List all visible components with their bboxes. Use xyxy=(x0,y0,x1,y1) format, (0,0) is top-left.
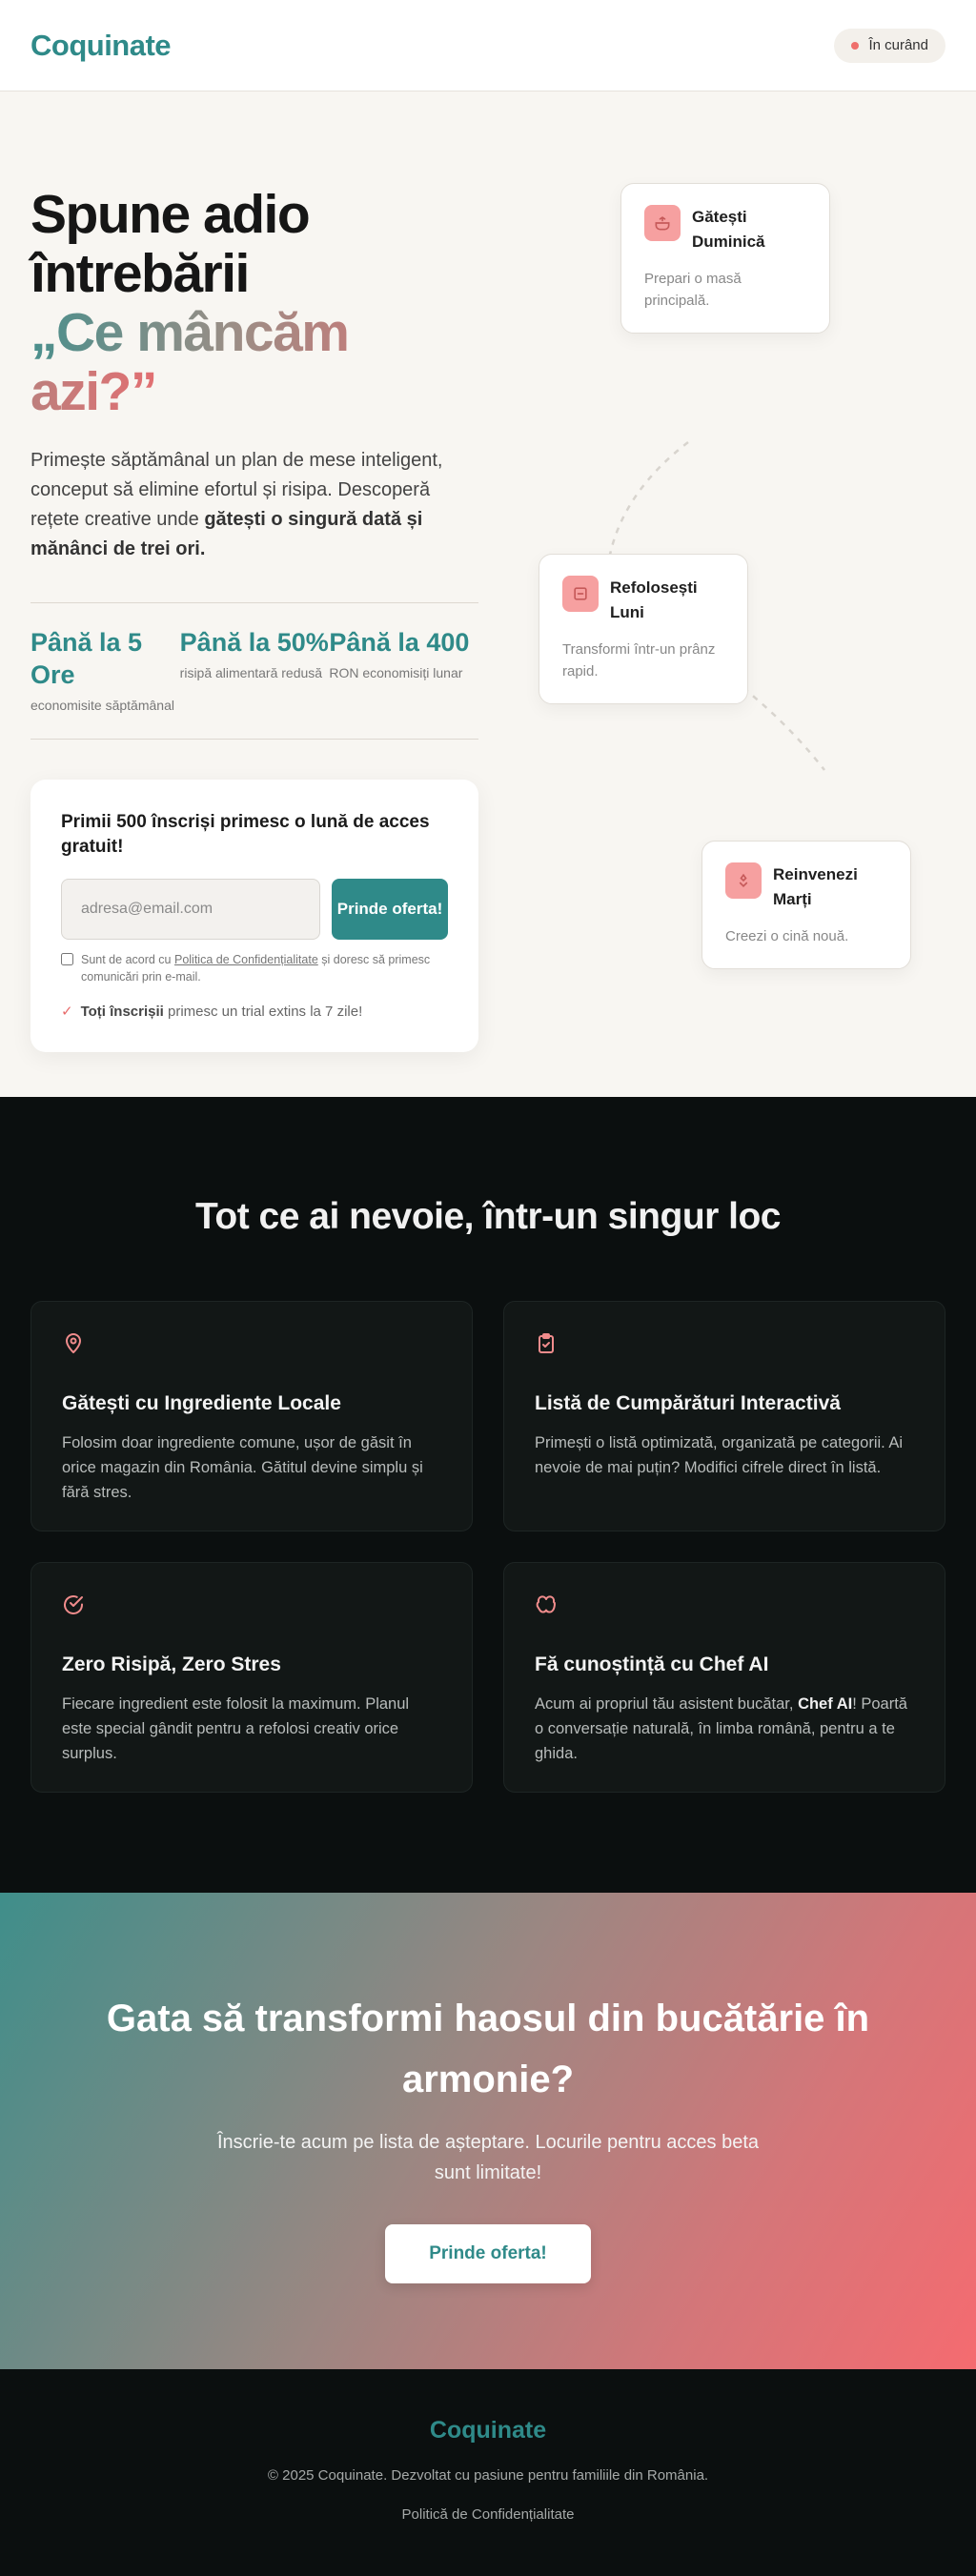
site-footer: Coquinate © 2025 Coquinate. Dezvoltat cu… xyxy=(0,2369,976,2576)
map-pin-icon xyxy=(66,1333,81,1353)
check-icon: ✓ xyxy=(61,1004,73,1020)
stat-value: Până la 50% xyxy=(179,628,329,657)
step-card-tuesday: Reinvenezi Marți Creezi o cină nouă. xyxy=(702,841,911,969)
cta-offer-button[interactable]: Prinde oferta! xyxy=(385,2224,591,2283)
step-card-desc: Transformi într-un prânz rapid. xyxy=(562,641,716,679)
step-card-header: Gătești Duminică xyxy=(644,205,806,254)
coming-soon-label: În curând xyxy=(868,37,928,53)
signup-card: Primii 500 înscriși primesc o lună de ac… xyxy=(30,780,478,1052)
signup-offer-button[interactable]: Prinde oferta! xyxy=(332,879,448,940)
cta-title: Gata să transformi haosul din bucătărie … xyxy=(106,1998,870,2100)
trial-text-bold: Toți înscrișii xyxy=(80,1003,164,1020)
step-card-desc: Prepari o masă principală. xyxy=(644,271,742,309)
feature-card-shopping-list: Listă de Cumpărături Interactivă Primeșt… xyxy=(503,1301,946,1531)
signup-title: Primii 500 înscriși primesc o lună de ac… xyxy=(61,812,430,857)
feature-desc: Fiecare ingredient este folosit la maxim… xyxy=(62,1695,410,1762)
feature-title: Gătești cu Ingrediente Locale xyxy=(62,1392,341,1414)
hero-title-accent: „Ce mâncăm azi?” xyxy=(30,302,350,422)
cta-section: Gata să transformi haosul din bucătărie … xyxy=(0,1893,976,2369)
coming-soon-badge: În curând xyxy=(834,28,946,63)
feature-desc-bold: Chef AI xyxy=(798,1695,853,1713)
privacy-policy-link[interactable]: Politica de Confidențialitate xyxy=(174,953,318,966)
feature-title: Fă cunoștință cu Chef AI xyxy=(535,1653,769,1675)
feature-grid: Gătești cu Ingrediente Locale Folosim do… xyxy=(30,1301,946,1793)
site-header: Coquinate În curând xyxy=(0,0,976,91)
sparkle-icon xyxy=(725,862,762,899)
stat-money: Până la 400 RON economisiți lunar xyxy=(329,626,478,716)
trial-text: Toți înscrișii primesc un trial extins l… xyxy=(81,1004,363,1020)
signup-form: Prinde oferta! xyxy=(61,879,448,940)
step-card-header: Reinvenezi Marți xyxy=(725,862,887,912)
consent-checkbox[interactable] xyxy=(61,953,73,965)
features-title: Tot ce ai nevoie, într-un singur loc xyxy=(194,1196,782,1237)
footer-copyright: © 2025 Coquinate. Dezvoltat cu pasiune p… xyxy=(267,2467,709,2484)
hero-title-line1: Spune adio xyxy=(30,184,311,245)
step-card-sunday: Gătești Duminică Prepari o masă principa… xyxy=(620,183,830,334)
step-card-monday: Refolosești Luni Transformi într-un prân… xyxy=(539,554,748,704)
check-circle-icon xyxy=(64,1595,83,1614)
consent-text: Sunt de acord cu Politica de Confidenția… xyxy=(81,951,448,985)
stats-row: Până la 5 Ore economisite săptămânal Pân… xyxy=(30,602,478,740)
email-input[interactable] xyxy=(61,879,320,940)
consent-checkbox-row[interactable]: Sunt de acord cu Politica de Confidenția… xyxy=(61,951,448,985)
cooking-pot-icon xyxy=(644,205,681,241)
step-card-title: Refolosești Luni xyxy=(610,578,698,621)
footer-logo[interactable]: Coquinate xyxy=(0,2417,976,2444)
hero-title: Spune adio întrebării „Ce mâncăm azi?” xyxy=(30,185,478,421)
cta-description: Înscrie-te acum pe lista de așteptare. L… xyxy=(216,2132,760,2183)
stat-value: Până la 400 xyxy=(329,628,470,657)
trial-text-rest: primesc un trial extins la 7 zile! xyxy=(163,1003,363,1020)
step-card-header: Refolosești Luni xyxy=(562,576,724,625)
stat-label: RON economisiți lunar xyxy=(329,665,463,680)
feature-card-zero-waste: Zero Risipă, Zero Stres Fiecare ingredie… xyxy=(30,1562,473,1793)
feature-desc-pre: Acum ai propriul tău asistent bucătar, xyxy=(535,1695,799,1713)
feature-desc: Folosim doar ingrediente comune, ușor de… xyxy=(62,1434,423,1501)
hero-description: Primește săptămânal un plan de mese inte… xyxy=(30,446,478,564)
footer-privacy-link[interactable]: Politică de Confidențialitate xyxy=(402,2506,575,2523)
trial-note: ✓ Toți înscrișii primesc un trial extins… xyxy=(61,1003,448,1021)
step-card-desc: Creezi o cină nouă. xyxy=(725,928,849,944)
clipboard-check-icon xyxy=(539,1333,554,1353)
brain-icon xyxy=(536,1595,556,1613)
feature-desc: Acum ai propriul tău asistent bucătar, C… xyxy=(535,1692,914,1766)
container-icon xyxy=(562,576,599,612)
stat-hours: Până la 5 Ore economisite săptămânal xyxy=(30,626,180,716)
feature-card-chef-ai: Fă cunoștință cu Chef AI Acum ai propriu… xyxy=(503,1562,946,1793)
hero-content: Spune adio întrebării „Ce mâncăm azi?” P… xyxy=(30,185,478,1052)
stat-label: risipă alimentară redusă xyxy=(179,665,323,680)
step-card-title: Gătești Duminică xyxy=(692,208,765,251)
features-section: Tot ce ai nevoie, într-un singur loc Găt… xyxy=(0,1097,976,1893)
hero-section: Spune adio întrebării „Ce mâncăm azi?” P… xyxy=(0,91,976,1097)
feature-title: Listă de Cumpărături Interactivă xyxy=(535,1392,841,1414)
logo[interactable]: Coquinate xyxy=(30,29,172,63)
feature-desc: Primești o listă optimizată, organizată … xyxy=(535,1434,904,1476)
status-dot-icon xyxy=(851,41,860,50)
step-card-title: Reinvenezi Marți xyxy=(773,865,858,908)
feature-card-local-ingredients: Gătești cu Ingrediente Locale Folosim do… xyxy=(30,1301,473,1531)
stat-label: economisite săptămânal xyxy=(30,698,174,713)
hero-title-line2: întrebării xyxy=(30,243,250,304)
stat-waste: Până la 50% risipă alimentară redusă xyxy=(180,626,330,716)
stat-value: Până la 5 Ore xyxy=(30,628,143,689)
feature-title: Zero Risipă, Zero Stres xyxy=(62,1653,281,1675)
consent-text-pre: Sunt de acord cu xyxy=(81,953,174,966)
